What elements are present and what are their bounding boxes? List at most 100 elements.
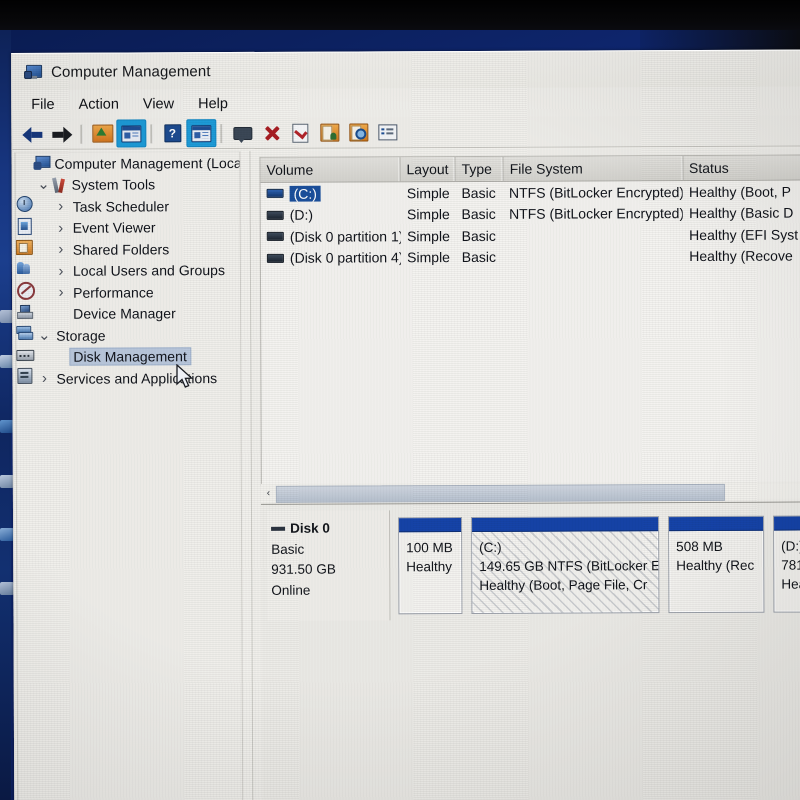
tree-item-label: Local Users and Groups [72,262,226,279]
detail-list-icon[interactable] [373,119,401,145]
tree-item-event-viewer[interactable]: › Event Viewer [16,217,240,239]
show-hide-action-pane-icon[interactable] [187,120,216,147]
menu-action[interactable]: Action [68,93,130,115]
partition-block[interactable]: (C:) 149.65 GB NTFS (BitLocker E Healthy (… [471,516,660,614]
forward-arrow-icon[interactable] [47,121,75,147]
chevron-right-icon[interactable]: › [54,241,68,258]
help-icon[interactable]: ? [158,120,186,146]
partition-color-bar [669,516,764,532]
delete-icon[interactable] [257,120,285,146]
tree-item-label: Task Scheduler [72,198,170,215]
chevron-right-icon[interactable]: › [54,198,68,215]
tree-item-label: Device Manager [73,305,176,322]
partition-size: 149.65 GB NTFS (BitLocker E [479,558,659,574]
tree-item-label: Disk Management [70,348,190,365]
show-hide-console-tree-icon[interactable] [117,120,146,147]
task-scheduler-icon [16,195,33,212]
status-cell: Healthy (Basic D [689,204,794,222]
chevron-right-icon[interactable]: › [54,220,68,237]
chevron-right-icon[interactable]: › [54,284,68,301]
volume-label: (D:) [289,206,314,224]
tree-item-computer-management-local[interactable]: Computer Management (Local [15,152,243,174]
column-header-type[interactable]: Type [455,156,504,182]
volume-cell: (Disk 0 partition 1) [261,228,401,245]
volume-row[interactable]: (D:) Simple Basic NTFS (BitLocker Encrypted… [261,202,800,226]
column-header-status[interactable]: Status [682,155,800,181]
hscroll-thumb[interactable] [275,483,725,503]
layout-cell: Simple [407,249,450,266]
column-header-volume[interactable]: Volume [260,157,401,182]
chevron-down-icon[interactable]: ⌄ [37,176,51,193]
partition-color-bar [399,518,462,533]
search-folder-icon[interactable] [344,119,372,145]
status-cell: Healthy (EFI Syst [689,226,799,243]
volume-label: (Disk 0 partition 4) [289,249,402,267]
menu-help[interactable]: Help [187,93,239,115]
partition-body: 100 MB Healthy [399,532,461,613]
tree-item-local-users-and-groups[interactable]: › Local Users and Groups [16,260,240,282]
volume-cell: (C:) [261,185,401,202]
partition-color-bar [472,517,659,532]
back-arrow-icon[interactable] [18,121,46,147]
volume-cell: (Disk 0 partition 4) [261,250,401,267]
column-header-layout[interactable]: Layout [400,157,456,182]
column-header-file-system[interactable]: File System [503,156,684,181]
tree-item-label: System Tools [71,176,156,193]
export-list-icon[interactable] [315,120,343,146]
tree-item-label: Services and Applications [56,369,218,387]
file-system-cell: NTFS (BitLocker Encrypted) [508,183,683,201]
up-one-level-folder-icon[interactable] [88,121,116,147]
tree-item-services-and-applications[interactable]: › Services and Applications [16,367,240,389]
partition-block[interactable]: 508 MB Healthy (Rec [668,515,765,614]
volume-list-hscrollbar[interactable]: ‹ [260,481,800,503]
partition-body: 508 MB Healthy (Rec [669,531,763,612]
menu-bar: File Action View Help [12,86,800,119]
title-bar: Computer Management [12,50,800,90]
monitor-bezel [0,0,800,33]
volume-row[interactable]: (Disk 0 partition 4) Simple Basic Healthy (… [261,245,800,269]
hscroll-track[interactable] [275,483,800,503]
tree-item-system-tools[interactable]: ⌄ System Tools [16,174,240,196]
rescan-disks-icon[interactable] [286,120,314,146]
partition-status: Healthy (Rec [676,557,755,574]
chevron-down-icon[interactable]: ⌄ [37,327,51,344]
screenshot-root: Computer Management File Action View Hel… [0,0,800,800]
partition-block[interactable]: 100 MB Healthy [398,517,463,615]
services-icon [17,367,33,384]
properties-bubble-icon[interactable] [228,120,256,146]
tree-item-task-scheduler[interactable]: › Task Scheduler [16,195,240,217]
tree-item-disk-management[interactable]: Disk Management [16,346,240,368]
partition-size: 508 MB [676,538,723,555]
volume-row[interactable]: (Disk 0 partition 1) Simple Basic Healthy (… [261,224,800,248]
disk-info[interactable]: Disk 0 Basic 931.50 GB Online [267,510,391,621]
tree-item-shared-folders[interactable]: › Shared Folders [15,238,240,260]
tree-item-storage[interactable]: ⌄ Storage [16,324,240,346]
partition-block[interactable]: (D:) 781.25 GB Healthy (B [773,515,800,613]
local-users-icon [16,261,31,274]
tree-item-performance[interactable]: › Performance [16,281,240,303]
disk-partitions: 100 MB Healthy (C:) 149.65 GB NTFS (BitLock… [390,508,800,620]
window-body: Computer Management (Local ⌄ System Tools ›… [12,146,800,800]
chevron-right-icon[interactable]: › [54,263,68,280]
toolbar-separator-2 [150,123,154,143]
volume-row[interactable]: (C:) Simple Basic NTFS (BitLocker Encrypted… [261,181,800,205]
file-system-cell [503,256,683,257]
type-cell: Basic [461,184,496,201]
tree-item-device-manager[interactable]: Device Manager [16,303,240,325]
partition-size: 781.25 GB [781,557,800,573]
tree-item-label: Event Viewer [72,219,156,236]
hscroll-left-arrow[interactable]: ‹ [261,485,276,502]
menu-view[interactable]: View [132,93,185,115]
chevron-right-icon[interactable]: › [37,370,51,387]
layout-cell: Simple [406,184,450,202]
event-viewer-icon [17,217,32,235]
layout-cell: Simple [407,227,450,245]
volume-list-rows: (C:) Simple Basic NTFS (BitLocker Encrypted… [261,181,800,269]
status-cell: Healthy (Recove [689,247,793,265]
volume-drive-icon [266,189,284,199]
menu-file[interactable]: File [20,93,65,115]
status-cell: Healthy (Boot, P [688,183,791,200]
toolbar: ? [12,115,800,150]
volume-list-header: Volume Layout Type File System Status [260,155,800,183]
partition-size: 100 MB [406,540,453,556]
